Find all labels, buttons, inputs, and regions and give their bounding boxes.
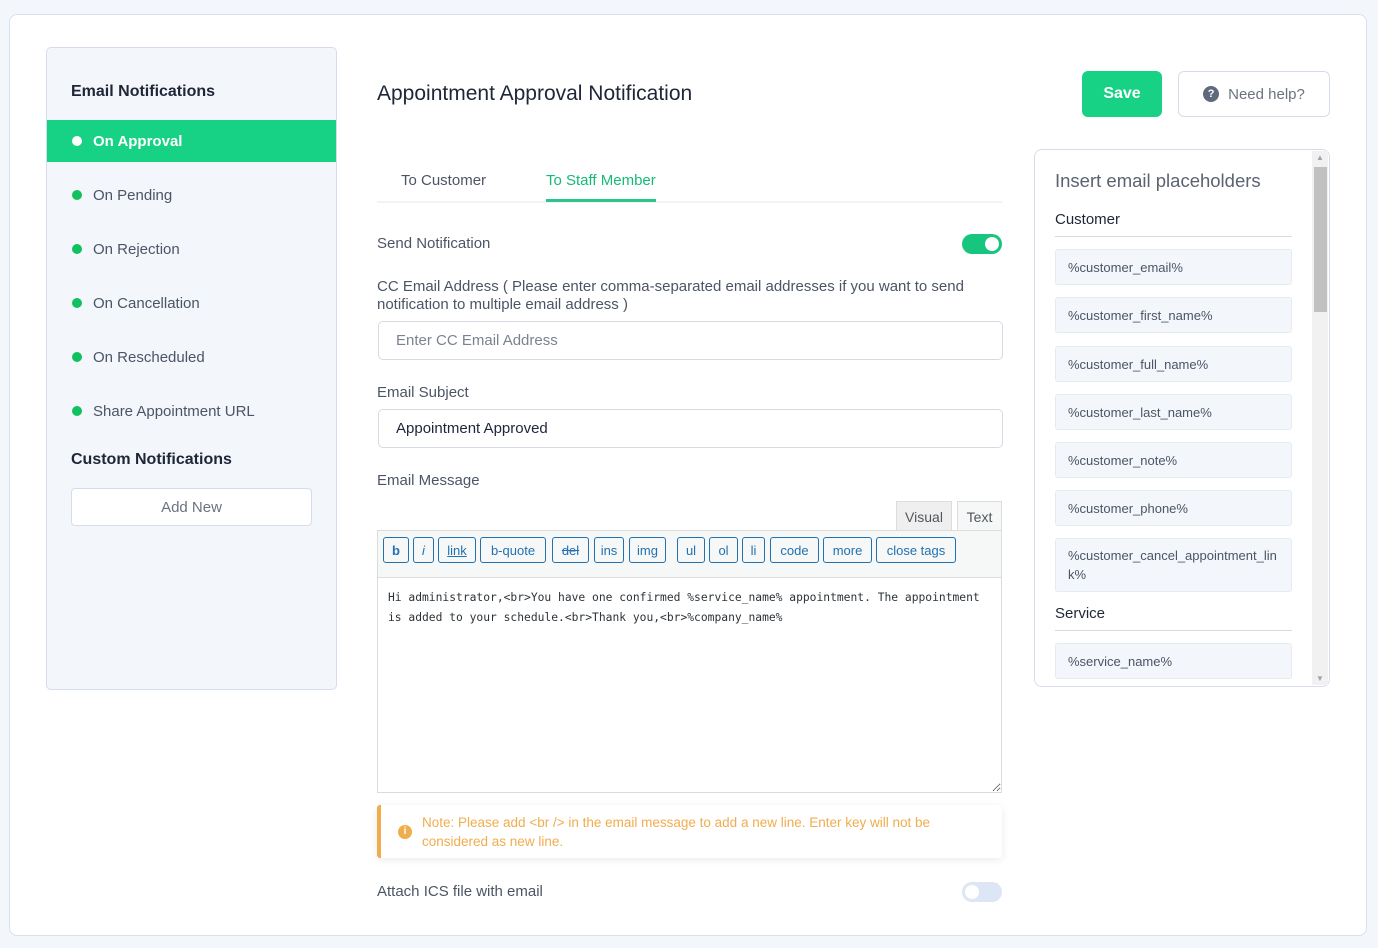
li-button[interactable]: li <box>742 537 765 563</box>
sidebar-item-share-appointment-url[interactable]: Share Appointment URL <box>47 390 336 432</box>
placeholders-panel: Insert email placeholders Customer %cust… <box>1034 149 1330 687</box>
cc-email-label: CC Email Address ( Please enter comma-se… <box>377 278 964 313</box>
placeholder-item[interactable]: %customer_cancel_appointment_link% <box>1055 538 1292 592</box>
ol-button[interactable]: ol <box>709 537 738 563</box>
sidebar-item-on-cancellation[interactable]: On Cancellation <box>47 282 336 324</box>
editor-tab-text[interactable]: Text <box>957 501 1002 531</box>
recipient-tabs: To Customer To Staff Member <box>377 160 1002 203</box>
email-subject-label: Email Subject <box>377 384 469 401</box>
question-circle-icon: ? <box>1203 86 1220 102</box>
sidebar-item-on-approval[interactable]: On Approval <box>47 120 336 162</box>
tab-to-customer[interactable]: To Customer <box>401 172 486 199</box>
sidebar-item-label: On Rejection <box>93 240 180 258</box>
placeholder-item[interactable]: %customer_note% <box>1055 442 1292 478</box>
scroll-thumb[interactable] <box>1314 167 1327 312</box>
email-message-label: Email Message <box>377 472 480 489</box>
ins-button[interactable]: ins <box>594 537 624 563</box>
status-dot-icon <box>72 298 82 308</box>
scroll-down-arrow-icon[interactable]: ▼ <box>1316 674 1324 683</box>
note-text: Note: Please add <br /> in the email mes… <box>422 814 931 849</box>
placeholder-item[interactable]: %customer_phone% <box>1055 490 1292 526</box>
sidebar-item-label: On Pending <box>93 186 173 204</box>
status-dot-icon <box>72 190 82 200</box>
placeholder-item[interactable]: %customer_first_name% <box>1055 297 1292 333</box>
cc-email-input[interactable] <box>378 321 1003 360</box>
custom-notifications-heading: Custom Notifications <box>71 451 232 468</box>
save-button[interactable]: Save <box>1082 71 1162 117</box>
sidebar-item-label: On Cancellation <box>93 294 200 312</box>
sidebar-item-on-rescheduled[interactable]: On Rescheduled <box>47 336 336 378</box>
tab-to-staff-member[interactable]: To Staff Member <box>546 172 656 202</box>
need-help-label: Need help? <box>1228 85 1305 103</box>
status-dot-icon <box>72 406 82 416</box>
bold-button[interactable]: b <box>383 537 409 563</box>
placeholders-scrollbar[interactable]: ▲ ▼ <box>1312 151 1328 685</box>
blockquote-button[interactable]: b-quote <box>480 537 546 563</box>
close-tags-button[interactable]: close tags <box>876 537 956 563</box>
add-new-button[interactable]: Add New <box>71 488 312 526</box>
sidebar-item-label: Share Appointment URL <box>93 402 255 420</box>
scroll-up-arrow-icon[interactable]: ▲ <box>1316 153 1324 162</box>
email-subject-input[interactable] <box>378 409 1003 448</box>
placeholders-title: Insert email placeholders <box>1055 170 1261 191</box>
send-notification-label: Send Notification <box>377 235 491 252</box>
send-notification-toggle[interactable] <box>962 234 1002 254</box>
code-button[interactable]: code <box>770 537 819 563</box>
editor-tab-visual[interactable]: Visual <box>896 501 952 531</box>
email-notifications-heading: Email Notifications <box>71 83 216 100</box>
status-dot-icon <box>72 352 82 362</box>
italic-button[interactable]: i <box>413 537 434 563</box>
sidebar-item-on-rejection[interactable]: On Rejection <box>47 228 336 270</box>
line-break-note: i Note: Please add <br /> in the email m… <box>377 805 1002 858</box>
info-circle-icon: i <box>398 824 412 839</box>
link-button[interactable]: link <box>438 537 476 563</box>
sidebar-item-label: On Rescheduled <box>93 348 205 366</box>
need-help-button[interactable]: ? Need help? <box>1178 71 1330 117</box>
attach-ics-toggle[interactable] <box>962 882 1002 902</box>
attach-ics-label: Attach ICS file with email <box>377 883 543 900</box>
status-dot-icon <box>72 136 82 146</box>
sidebar-item-on-pending[interactable]: On Pending <box>47 174 336 216</box>
toggle-knob <box>985 237 999 251</box>
del-button[interactable]: del <box>552 537 589 563</box>
notifications-sidebar: Email Notifications On Approval On Pendi… <box>46 47 337 690</box>
email-message-textarea[interactable]: Hi administrator,<br>You have one confir… <box>377 577 1002 793</box>
more-button[interactable]: more <box>823 537 872 563</box>
placeholder-item[interactable]: %customer_email% <box>1055 249 1292 285</box>
placeholder-section-service: Service <box>1055 605 1292 631</box>
placeholder-section-customer: Customer <box>1055 211 1292 237</box>
sidebar-item-label: On Approval <box>93 132 183 150</box>
img-button[interactable]: img <box>629 537 666 563</box>
placeholder-item[interactable]: %customer_last_name% <box>1055 394 1292 430</box>
toggle-knob <box>965 885 979 899</box>
page-title: Appointment Approval Notification <box>377 82 693 105</box>
placeholder-item[interactable]: %customer_full_name% <box>1055 346 1292 382</box>
placeholder-item[interactable]: %service_name% <box>1055 643 1292 679</box>
status-dot-icon <box>72 244 82 254</box>
editor-toolbar: b i link b-quote del ins img ul ol li co… <box>377 530 1002 577</box>
ul-button[interactable]: ul <box>677 537 705 563</box>
